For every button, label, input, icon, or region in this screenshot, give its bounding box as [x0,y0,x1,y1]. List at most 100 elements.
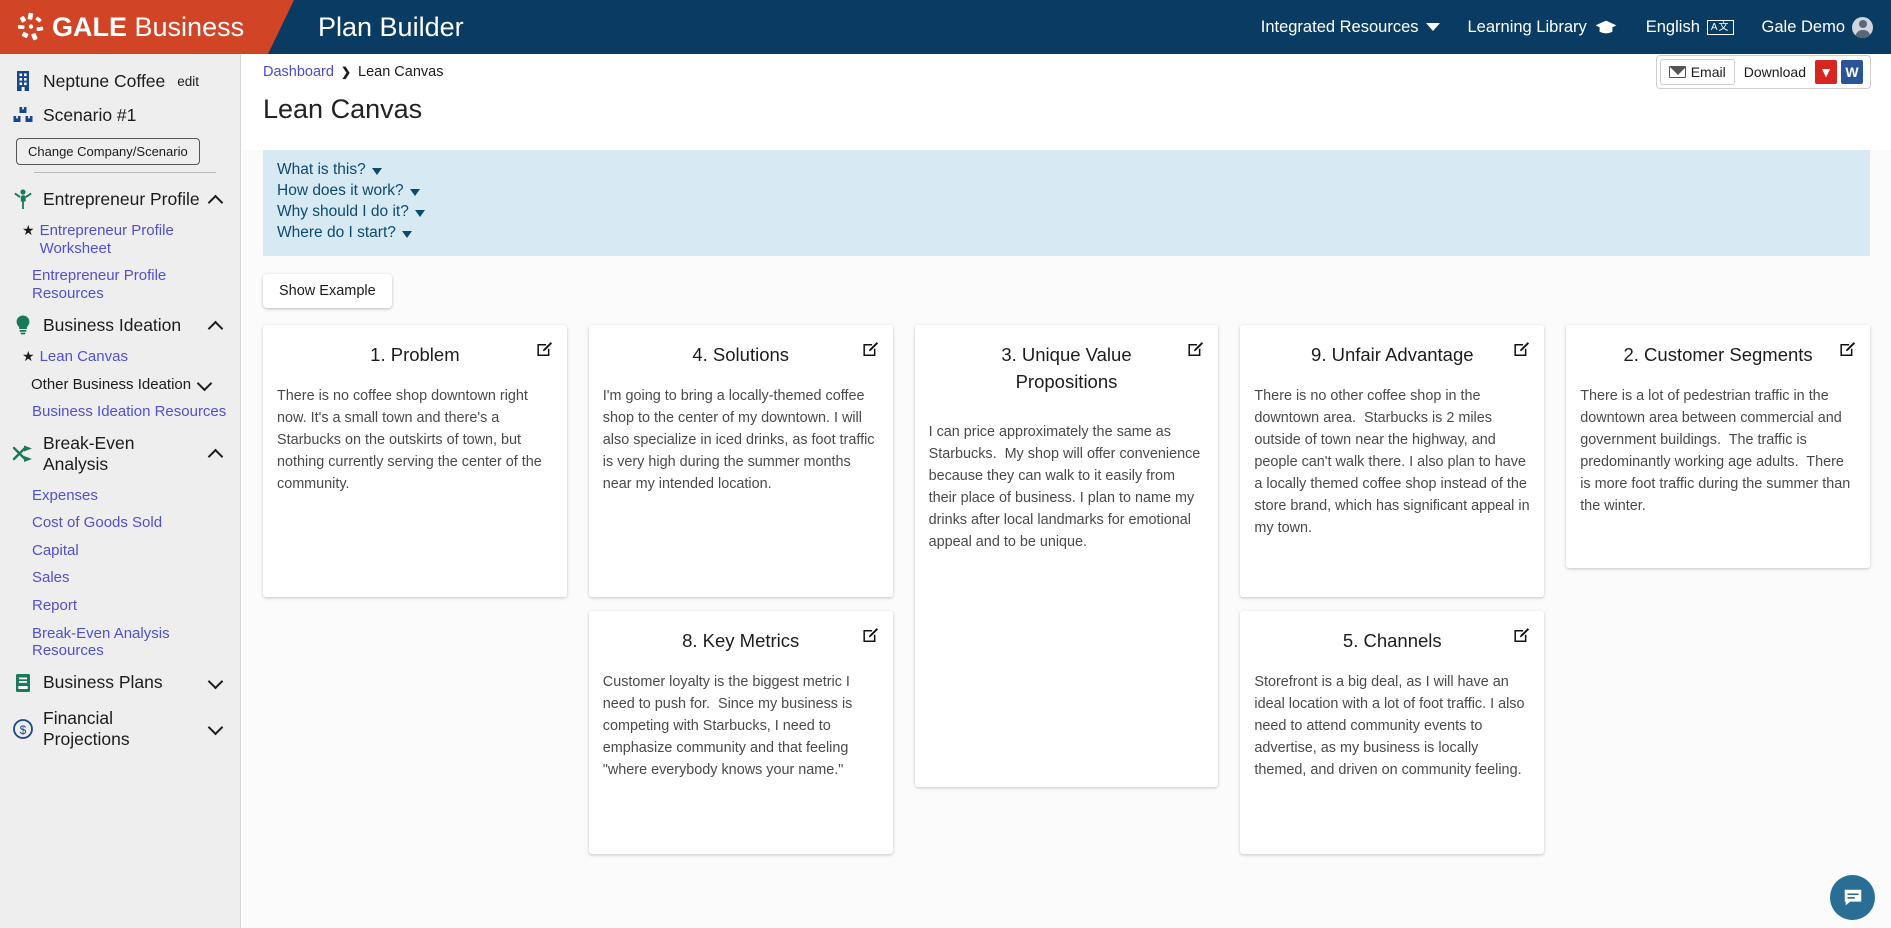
canvas-column-solutions: 4. Solutions I'm going to bring a locall… [588,324,893,854]
sidebar-item-cost-of-goods-sold[interactable]: Cost of Goods Sold [0,509,240,537]
card-title: 9. Unfair Advantage [1311,343,1474,365]
sidebar-scenario[interactable]: Scenario #1 [0,98,240,132]
sidebar-item-sales[interactable]: Sales [0,564,240,592]
sidebar-divider [34,172,216,173]
scenario-boxes-icon [13,107,33,122]
nav-learning-library-label: Learning Library [1467,17,1587,36]
card-title: 8. Key Metrics [682,629,800,651]
sidebar-item-entrepreneur-profile-worksheet[interactable]: ★ Entrepreneur Profile Worksheet [0,217,240,262]
edit-pencil-icon[interactable] [1187,341,1204,358]
chat-bubble-icon [1844,889,1861,905]
help-question-why-should-i-do-it[interactable]: Why should I do it? [277,202,425,223]
sidebar-group-business-plans[interactable]: Business Plans [0,665,240,701]
email-button[interactable]: Email [1659,59,1735,85]
document-action-bar: Email Download ▼ W [1655,55,1871,89]
edit-pencil-icon[interactable] [1839,341,1856,358]
sidebar-item-capital[interactable]: Capital [0,537,240,565]
edit-pencil-icon[interactable] [1513,341,1530,358]
edit-pencil-icon[interactable] [862,627,879,644]
top-navigation-bar: GALE Business Plan Builder Integrated Re… [0,0,1891,54]
chevron-up-icon[interactable] [209,446,224,461]
canvas-column-unfair-advantage: 9. Unfair Advantage There is no other co… [1240,324,1545,854]
nav-language[interactable]: English A文 [1646,18,1734,37]
card-title: 2. Customer Segments [1623,343,1813,365]
brand-name: GALE Business [52,12,244,43]
building-icon [17,71,29,91]
breadcrumb-dashboard-link[interactable]: Dashboard [263,64,334,80]
card-body: Storefront is a big deal, as I will have… [1254,674,1529,778]
card-problem[interactable]: 1. Problem There is no coffee shop downt… [263,324,567,597]
chevron-up-icon[interactable] [209,318,224,333]
card-customer-segments[interactable]: 2. Customer Segments There is a lot of p… [1566,324,1870,568]
nav-user-account[interactable]: Gale Demo [1762,16,1873,38]
card-unique-value-propositions[interactable]: 3. Unique Value Propositions I can price… [914,324,1219,787]
change-company-scenario-button[interactable]: Change Company/Scenario [16,138,200,165]
info-help-panel: What is this? How does it work? Why shou… [263,150,1870,256]
help-question-label: What is this? [277,161,366,178]
sidebar-item-expenses[interactable]: Expenses [0,482,240,510]
sidebar-item-other-business-ideation[interactable]: Other Business Ideation [0,371,240,399]
help-question-where-do-i-start[interactable]: Where do I start? [277,223,412,244]
sidebar-item-label: Entrepreneur Profile Resources [32,267,167,302]
sidebar-group-financial-projections[interactable]: $ Financial Projections [0,701,240,757]
pdf-file-icon[interactable]: ▼ [1815,60,1837,84]
show-example-button[interactable]: Show Example [263,273,392,308]
sidebar: Neptune Coffee edit Scenario #1 Change C… [0,54,241,928]
sidebar-item-label: Sales [32,569,70,587]
chevron-down-icon [414,210,425,218]
help-question-label: Where do I start? [277,223,396,241]
page-title: Lean Canvas [263,94,423,124]
card-body: Customer loyalty is the biggest metric I… [602,674,857,778]
card-channels[interactable]: 5. Channels Storefront is a big deal, as… [1240,610,1545,854]
sidebar-item-label: Capital [32,541,79,559]
company-edit-link[interactable]: edit [177,74,199,89]
card-body: There is a lot of pedestrian traffic in … [1580,388,1855,514]
chevron-up-icon[interactable] [209,192,224,207]
card-solutions[interactable]: 4. Solutions I'm going to bring a locall… [588,324,893,597]
edit-pencil-icon[interactable] [1513,627,1530,644]
sidebar-group-entrepreneur-profile[interactable]: Entrepreneur Profile [0,181,240,217]
chevron-down-icon[interactable] [209,721,224,736]
sidebar-group-break-even-analysis[interactable]: Break-Even Analysis [0,426,240,482]
sidebar-item-report[interactable]: Report [0,592,240,620]
sidebar-item-label: Break-Even Analysis Resources [32,624,170,660]
lightbulb-icon [16,315,30,335]
chevron-down-icon[interactable] [198,377,213,392]
card-body: There is no coffee shop downtown right n… [277,388,546,492]
gale-starburst-icon [17,12,44,41]
brand-name-light: Business [134,11,245,42]
sidebar-group-label: Entrepreneur Profile [43,188,200,209]
nav-integrated-resources[interactable]: Integrated Resources [1261,18,1440,37]
nav-learning-library[interactable]: Learning Library [1468,18,1618,37]
dollar-circle-icon: $ [13,718,33,739]
chevron-down-icon[interactable] [209,675,224,690]
chat-support-button[interactable] [1830,875,1875,920]
sidebar-item-break-even-analysis-resources[interactable]: Break-Even Analysis Resources [0,620,240,665]
download-label: Download [1743,64,1806,80]
sidebar-group-business-ideation[interactable]: Business Ideation [0,307,240,343]
sidebar-item-label: Expenses [32,486,98,504]
help-question-label: How does it work? [277,181,404,199]
help-question-what-is-this[interactable]: What is this? [277,160,382,181]
book-icon [16,673,30,692]
card-body: I'm going to bring a locally-themed coff… [602,388,879,492]
nav-integrated-resources-label: Integrated Resources [1260,17,1419,36]
brand-logo-area[interactable]: GALE Business [0,0,294,54]
card-key-metrics[interactable]: 8. Key Metrics Customer loyalty is the b… [588,610,893,854]
sidebar-company[interactable]: Neptune Coffee edit [0,64,240,98]
card-title: 3. Unique Value Propositions [1001,343,1132,393]
sidebar-group-label: Financial Projections [43,707,130,749]
sidebar-item-entrepreneur-profile-resources[interactable]: Entrepreneur Profile Resources [0,262,240,307]
help-question-how-does-it-work[interactable]: How does it work? [277,181,420,202]
word-file-icon[interactable]: W [1841,60,1863,84]
sidebar-item-business-ideation-resources[interactable]: Business Ideation Resources [0,398,240,426]
edit-pencil-icon[interactable] [862,341,879,358]
card-unfair-advantage[interactable]: 9. Unfair Advantage There is no other co… [1240,324,1545,597]
sidebar-item-lean-canvas[interactable]: ★ Lean Canvas [0,343,240,371]
canvas-column-customer-segments: 2. Customer Segments There is a lot of p… [1566,324,1870,854]
edit-pencil-icon[interactable] [536,341,553,358]
chevron-down-icon [409,189,420,197]
chevron-down-icon [401,231,412,239]
translate-icon: A文 [1706,19,1734,35]
sidebar-item-label: Entrepreneur Profile Worksheet [39,222,174,257]
